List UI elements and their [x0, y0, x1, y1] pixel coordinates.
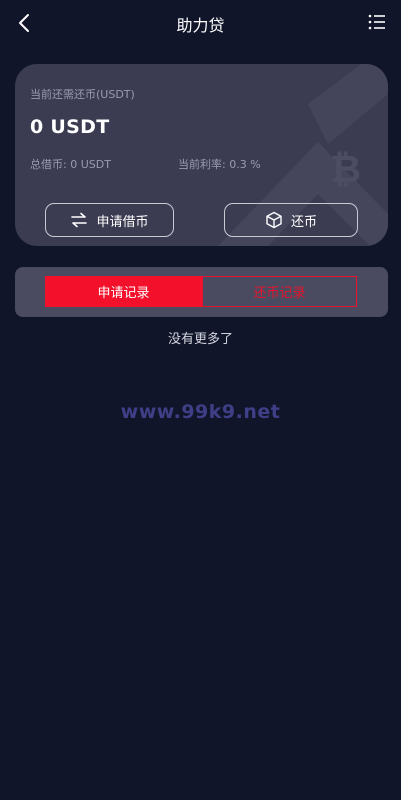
- balance-card: ₿ 当前还需还币(USDT) 0 USDT 总借币: 0 USDT 当前利率: …: [15, 64, 388, 246]
- records-tab-panel: 申请记录 还币记录: [15, 267, 388, 317]
- tab-apply-records[interactable]: 申请记录: [45, 276, 202, 307]
- tab-repay-records[interactable]: 还币记录: [202, 276, 357, 307]
- remaining-repay-amount: 0 USDT: [30, 116, 110, 138]
- apply-borrow-label: 申请借币: [96, 214, 149, 230]
- list-menu-icon: [368, 14, 385, 30]
- no-more-text: 没有更多了: [167, 332, 233, 347]
- cube-icon: [266, 211, 282, 229]
- swap-arrows-icon: [71, 212, 88, 228]
- remaining-repay-label: 当前还需还币(USDT): [30, 88, 135, 101]
- menu-button[interactable]: [367, 12, 387, 32]
- header-bar: 助力贷: [0, 0, 401, 44]
- svg-text:₿: ₿: [330, 147, 361, 191]
- current-rate-text: 当前利率: 0.3 %: [178, 158, 261, 171]
- repay-button[interactable]: 还币: [224, 203, 358, 237]
- repay-label: 还币: [290, 214, 317, 230]
- page-title: 助力贷: [176, 16, 225, 35]
- watermark-text: www.99k9.net: [120, 401, 281, 423]
- total-borrowed-text: 总借币: 0 USDT: [30, 158, 111, 171]
- apply-borrow-button[interactable]: 申请借币: [45, 203, 174, 237]
- app-screen: 助力贷 ₿ 当前还需还币(USDT) 0 USDT 总借币: 0 USDT 当前…: [0, 0, 401, 800]
